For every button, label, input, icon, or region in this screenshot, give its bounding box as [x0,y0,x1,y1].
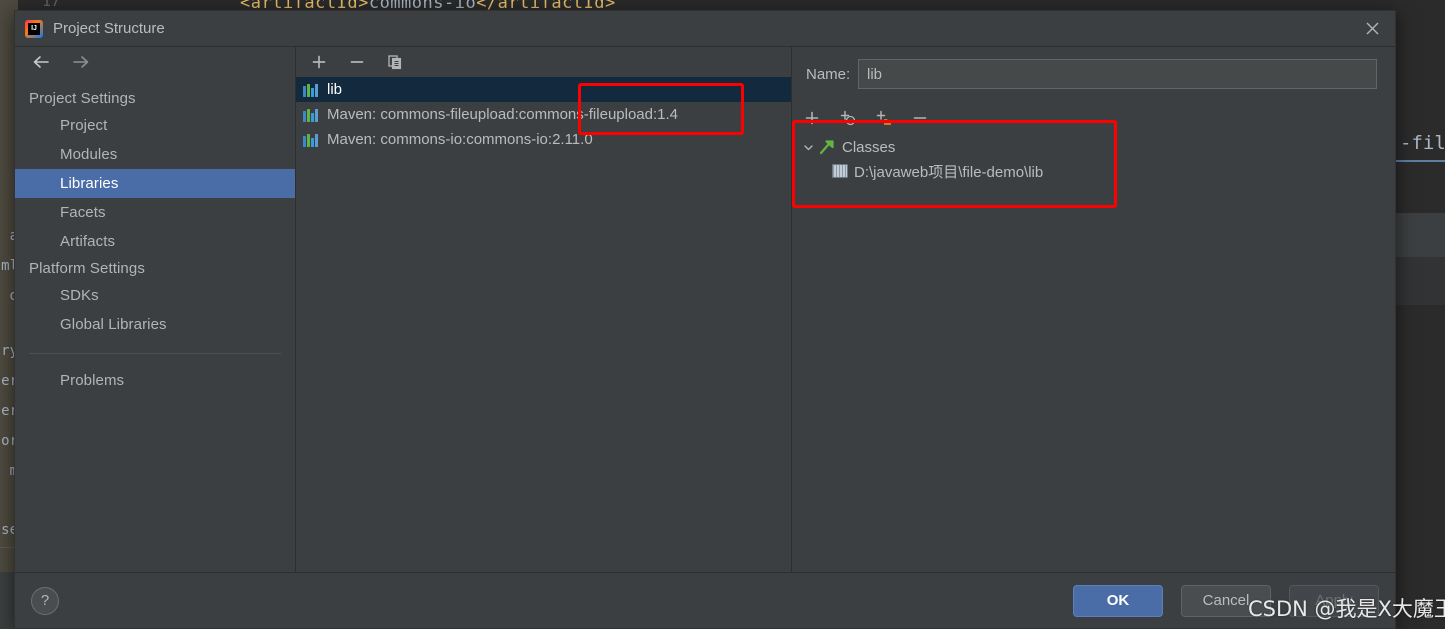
sidebar-nav-toolbar [15,47,295,77]
remove-root-button[interactable] [910,108,930,128]
add-source-button[interactable] [838,108,858,128]
add-source-icon [840,110,856,126]
settings-tree: Project Settings Project Modules Librari… [15,77,295,572]
chevron-down-icon[interactable] [800,139,816,155]
list-item[interactable]: lib [296,77,791,102]
library-icon [303,133,319,147]
ok-button[interactable]: OK [1073,584,1163,617]
csdn-watermark: CSDN @我是X大魔王 [1248,597,1445,621]
copy-icon [388,55,402,70]
dialog-body: Project Settings Project Modules Librari… [15,46,1395,572]
list-item-label: lib [327,81,343,98]
name-label: Name: [806,65,851,83]
help-button[interactable]: ? [31,586,59,615]
copy-library-button[interactable] [384,51,406,73]
library-name-row: Name: [792,47,1395,89]
bg-right-strip [1396,213,1445,257]
add-folder-icon [876,110,891,125]
remove-library-button[interactable] [346,51,368,73]
list-item-label: Maven: commons-fileupload:commons-fileup… [327,106,679,123]
library-name-input[interactable] [858,59,1377,89]
group-label-platform-settings: Platform Settings [29,260,145,277]
back-button[interactable] [31,54,51,70]
list-item-label: Maven: commons-io:commons-io:2.11.0 [327,131,593,148]
sidebar-item-libraries[interactable]: Libraries [15,169,295,198]
bg-right-highlight [1396,160,1445,162]
plus-icon [805,111,819,125]
sidebar-item-project[interactable]: Project [15,111,295,140]
sidebar-item-sdks[interactable]: SDKs [15,281,295,310]
sidebar-divider [29,353,281,354]
sidebar-item-modules[interactable]: Modules [15,140,295,169]
sidebar-item-facets[interactable]: Facets [15,198,295,227]
dialog-footer: ? OK Cancel Apply [15,572,1395,628]
jar-folder-icon [832,164,848,178]
classes-hammer-icon [818,139,836,155]
library-roots-tree: Classes D:\javaweb项目\file-demo\lib [792,131,1395,183]
close-button[interactable] [1349,11,1395,46]
sidebar-item-global-libraries[interactable]: Global Libraries [15,310,295,339]
library-roots-toolbar [792,105,1395,131]
tree-row-classpath-entry[interactable]: D:\javaweb项目\file-demo\lib [800,159,1395,183]
library-list-toolbar [296,47,791,77]
dialog-title: Project Structure [53,20,165,37]
tree-row-classes[interactable]: Classes [800,135,1395,159]
library-detail-panel: Name: lib Classes D:\javaweb项目\file-demo… [792,47,1395,572]
add-library-button[interactable] [308,51,330,73]
bg-right-strip [1396,257,1445,305]
project-structure-dialog: Project Structure [14,10,1396,629]
sidebar-item-problems[interactable]: Problems [15,366,295,395]
forward-button[interactable] [71,54,91,70]
intellij-idea-logo-icon [25,19,43,38]
minus-icon [350,61,364,63]
add-folder-button[interactable] [874,108,894,128]
sidebar-item-artifacts[interactable]: Artifacts [15,227,295,256]
tree-root-label: Classes [842,138,896,156]
bg-right-fragment: -fil [1400,132,1445,154]
bg-line-number: 17 [42,0,61,10]
add-root-button[interactable] [802,108,822,128]
library-list-panel: lib Maven: commons-fileupload:commons-fi… [296,47,792,572]
group-label-project-settings: Project Settings [29,90,136,107]
minus-icon [913,117,927,119]
settings-sidebar: Project Settings Project Modules Librari… [15,47,296,572]
classes-hammer-glyph [819,140,834,155]
close-icon [1366,22,1378,35]
arrow-right-icon [73,56,89,68]
library-icon [303,83,319,97]
classpath-entry-label: D:\javaweb项目\file-demo\lib [854,163,1044,181]
library-icon [303,108,319,122]
arrow-left-icon [33,56,49,68]
dialog-titlebar: Project Structure [15,11,1395,46]
chevron-down-glyph [803,144,813,150]
list-item[interactable]: Maven: commons-fileupload:commons-fileup… [296,102,791,127]
library-list: lib Maven: commons-fileupload:commons-fi… [296,77,791,572]
list-item[interactable]: Maven: commons-io:commons-io:2.11.0 [296,127,791,152]
plus-icon [312,55,326,69]
